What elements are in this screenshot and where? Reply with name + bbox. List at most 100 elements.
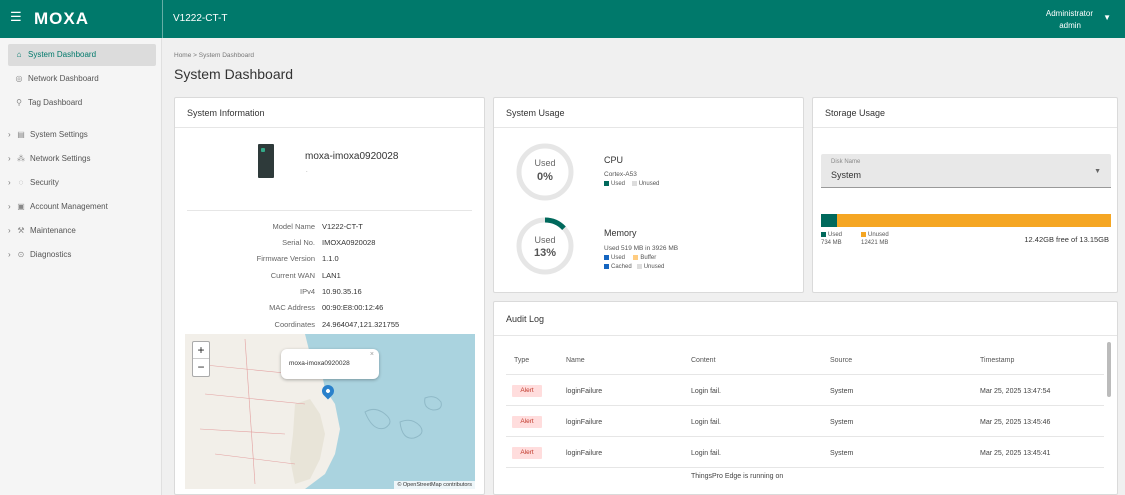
row-source: System [830, 388, 854, 395]
user-role[interactable]: Administrator [1046, 9, 1093, 18]
info-label: Firmware Version [256, 254, 315, 263]
device-image [258, 144, 274, 178]
settings-icon: ▤ [17, 130, 25, 139]
info-value: 00:90:E8:00:12:46 [322, 303, 384, 312]
account-icon: ▣ [17, 202, 25, 211]
cpu-gauge-label: Used [534, 158, 556, 168]
close-icon[interactable]: × [370, 351, 374, 358]
breadcrumb-home[interactable]: Home [174, 52, 191, 59]
legend-swatch [604, 264, 609, 269]
row-timestamp: Mar 25, 2025 13:45:46 [980, 419, 1051, 426]
breadcrumb-separator: > [193, 52, 197, 59]
legend-label: Buffer [640, 255, 657, 262]
legend-label: Used [611, 181, 626, 188]
logo: MOXA [34, 9, 89, 28]
row-content: ThingsPro Edge is running on [691, 473, 784, 480]
row-timestamp: Mar 25, 2025 13:45:41 [980, 450, 1051, 457]
memory-gauge [516, 217, 574, 275]
topbar-divider [162, 0, 163, 38]
info-value: IMOXA0920028 [322, 238, 376, 247]
network-icon: ⁂ [17, 154, 25, 163]
legend-swatch [861, 232, 866, 237]
row-timestamp: Mar 25, 2025 13:47:54 [980, 388, 1051, 395]
wrench-icon: ⚒ [17, 226, 25, 235]
diagnostics-icon: ⊙ [17, 250, 25, 259]
card-header: Audit Log [494, 302, 1117, 336]
legend-swatch [604, 181, 609, 186]
alert-badge: Alert [512, 385, 542, 397]
location-map[interactable]: + − moxa-imoxa0920028 × © OpenStreetMap … [185, 334, 475, 489]
disk-name-select[interactable]: Disk Name System ▼ [821, 154, 1111, 188]
map-popup: moxa-imoxa0920028 × [281, 349, 379, 379]
column-header-timestamp[interactable]: Timestamp [980, 357, 1014, 364]
info-value: 1.1.0 [322, 254, 339, 263]
scrollbar[interactable] [1107, 342, 1111, 397]
user-name[interactable]: admin [1059, 21, 1081, 30]
column-header-type[interactable]: Type [514, 357, 529, 364]
storage-usage-card: Storage Usage Disk Name System ▼ Used 73… [812, 97, 1118, 293]
storage-free-text: 12.42GB free of 13.15GB [1024, 235, 1109, 244]
storage-used-fill [821, 214, 838, 227]
sidebar-item-network-settings[interactable]: › ⁂ Network Settings [8, 148, 156, 170]
legend-swatch [633, 255, 639, 260]
row-content: Login fail. [691, 388, 721, 395]
menu-icon[interactable]: ☰ [10, 10, 22, 23]
sidebar-item-system-dashboard[interactable]: ⌂ System Dashboard [8, 44, 156, 66]
top-bar: ☰ MOXA V1222-CT-T Administrator admin ▼ [0, 0, 1125, 38]
card-header: Storage Usage [813, 98, 1117, 128]
memory-gauge-value: 13% [533, 247, 557, 259]
card-title: System Usage [506, 108, 565, 118]
row-source: System [830, 450, 854, 457]
sidebar-item-diagnostics[interactable]: › ⊙ Diagnostics [8, 244, 156, 266]
sidebar-item-maintenance[interactable]: › ⚒ Maintenance [8, 220, 156, 242]
sidebar-item-security[interactable]: › ◌ Security [8, 172, 156, 194]
sidebar: ⌂ System Dashboard ◎ Network Dashboard ⚲… [0, 38, 162, 495]
alert-badge: Alert [512, 447, 542, 459]
device-title: V1222-CT-T [173, 13, 228, 24]
chevron-right-icon: › [8, 154, 11, 163]
memory-gauge-label: Used [534, 235, 556, 245]
cpu-model: Cortex-A53 [604, 171, 637, 178]
chevron-right-icon: › [8, 226, 11, 235]
sidebar-item-tag-dashboard[interactable]: ⚲ Tag Dashboard [8, 92, 156, 114]
breadcrumb-current: System Dashboard [198, 52, 255, 59]
sidebar-item-system-settings[interactable]: › ▤ System Settings [8, 124, 156, 146]
row-name: loginFailure [566, 450, 603, 457]
column-header-content[interactable]: Content [691, 357, 716, 364]
row-source: System [830, 419, 854, 426]
cpu-legend: Used Unused [604, 181, 659, 187]
disk-name-label: Disk Name [831, 159, 861, 165]
divider [187, 210, 472, 211]
device-subtext: . [306, 168, 308, 174]
row-name: loginFailure [566, 388, 603, 395]
info-value: 24.964047,121.321755 [322, 320, 400, 329]
column-header-source[interactable]: Source [830, 357, 852, 364]
card-title: System Information [187, 108, 265, 118]
globe-icon: ◎ [15, 74, 23, 83]
info-label: Coordinates [274, 320, 315, 329]
zoom-out-button[interactable]: − [193, 359, 209, 376]
chevron-right-icon: › [8, 130, 11, 139]
sidebar-item-account-management[interactable]: › ▣ Account Management [8, 196, 156, 218]
card-header: System Information [175, 98, 484, 128]
system-information-card: System Information moxa-imoxa0920028 . M… [174, 97, 485, 495]
caret-down-icon[interactable]: ▼ [1103, 13, 1111, 22]
zoom-in-button[interactable]: + [193, 342, 209, 359]
info-label: IPv4 [299, 287, 315, 296]
audit-log-card: Audit Log Type Name Content Source Times… [493, 301, 1118, 495]
memory-legend: Cached Unused [604, 264, 664, 270]
memory-title: Memory [604, 228, 637, 238]
storage-unused-value: 12421 MB [861, 240, 889, 246]
memory-usage: Used 519 MB in 3926 MB [604, 245, 679, 252]
sidebar-item-network-dashboard[interactable]: ◎ Network Dashboard [8, 68, 156, 90]
row-divider [506, 436, 1104, 437]
card-title: Audit Log [506, 314, 545, 324]
map-zoom-control: + − [192, 341, 210, 377]
column-header-name[interactable]: Name [566, 357, 585, 364]
shield-icon: ◌ [18, 178, 24, 187]
row-content: Login fail. [691, 419, 721, 426]
tag-icon: ⚲ [16, 98, 22, 107]
cpu-title: CPU [604, 155, 624, 165]
info-label: Model Name [272, 222, 315, 231]
map-attribution[interactable]: © OpenStreetMap contributors [394, 481, 475, 489]
